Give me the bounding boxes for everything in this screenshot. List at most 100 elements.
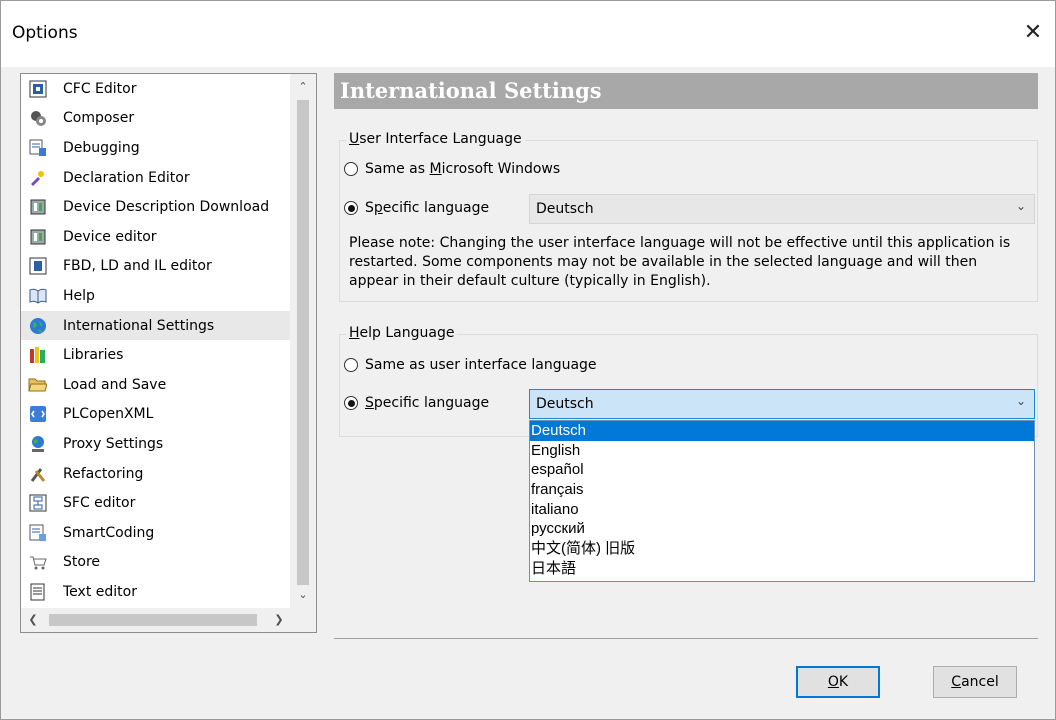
sidebar-item-proxy-settings[interactable]: Proxy Settings (21, 429, 291, 459)
dropdown-option[interactable]: 日本語 (530, 559, 1034, 579)
smartcoding-icon (28, 523, 47, 542)
debugging-icon (28, 138, 47, 157)
sidebar-item-label: SFC editor (63, 495, 136, 512)
store-cart-icon (28, 553, 47, 572)
sidebar-item-composer[interactable]: Composer (21, 104, 291, 134)
restart-note: Please note: Changing the user interface… (349, 235, 1011, 289)
scroll-up-icon[interactable]: ⌃ (290, 74, 316, 100)
help-language-dropdown-list[interactable]: Deutsch English español français italiano рус… (529, 420, 1035, 582)
close-button[interactable]: ✕ (1011, 11, 1055, 55)
radio-same-as-windows[interactable]: Same as Microsoft Windows (344, 161, 560, 177)
ok-button[interactable]: OK (796, 666, 880, 698)
radio-button[interactable] (344, 358, 358, 372)
dropdown-option[interactable]: English (530, 441, 1034, 461)
close-icon: ✕ (1023, 20, 1043, 45)
panel-title: International Settings (340, 78, 602, 103)
radio-same-as-ui[interactable]: Same as user interface language (344, 357, 597, 373)
sidebar-item-store[interactable]: Store (21, 548, 291, 578)
sidebar-item-label: FBD, LD and IL editor (63, 258, 212, 275)
sfc-editor-icon (28, 494, 47, 513)
sidebar-item-label: Device Description Download (63, 199, 270, 216)
radio-help-specific-language[interactable]: Specific language (344, 395, 489, 411)
window-title: Options (12, 23, 78, 43)
folder-open-icon (28, 375, 47, 394)
sidebar-item-cfc-editor[interactable]: CFC Editor (21, 74, 291, 104)
dropdown-option[interactable]: español (530, 460, 1034, 480)
ui-language-value: Deutsch (536, 201, 594, 217)
proxy-network-icon (28, 434, 47, 453)
sidebar-item-label: Device editor (63, 228, 157, 245)
sidebar-item-declaration-editor[interactable]: Declaration Editor (21, 163, 291, 193)
sidebar-item-label: SmartCoding (63, 524, 155, 541)
radio-button[interactable] (344, 201, 358, 215)
sidebar-item-device-editor[interactable]: Device editor (21, 222, 291, 252)
options-dialog: Options ✕ CFC Editor Composer Debugging Dec… (0, 0, 1056, 720)
sidebar-item-label: PLCopenXML (63, 406, 154, 423)
radio-label: Same as Microsoft Windows (365, 161, 561, 177)
scroll-left-icon[interactable]: ❮ (21, 608, 45, 632)
radio-button[interactable] (344, 162, 358, 176)
options-category-tree[interactable]: CFC Editor Composer Debugging Declaration E… (20, 73, 317, 633)
dropdown-option[interactable]: Deutsch (530, 421, 1034, 441)
sidebar-item-debugging[interactable]: Debugging (21, 133, 291, 163)
radio-label: Same as user interface language (365, 357, 597, 373)
help-language-select[interactable]: Deutsch ⌄ (529, 389, 1035, 419)
sidebar-item-label: Refactoring (63, 465, 144, 482)
footer-separator (334, 638, 1038, 639)
radio-button[interactable] (344, 396, 358, 410)
radio-label: Specific language (365, 395, 490, 411)
help-book-icon (28, 286, 47, 305)
scroll-right-icon[interactable]: ❯ (267, 608, 291, 632)
tree-vertical-scrollbar[interactable]: ⌃ ⌄ (290, 74, 316, 608)
sidebar-item-label: Debugging (63, 139, 140, 156)
sidebar-item-fbd-ld-and-il-editor[interactable]: FBD, LD and IL editor (21, 252, 291, 282)
sidebar-item-label: Text editor (63, 583, 137, 600)
sidebar-item-international-settings[interactable]: International Settings (21, 310, 291, 341)
radio-ui-specific-language[interactable]: Specific language (344, 200, 489, 216)
sidebar-item-label: International Settings (63, 317, 215, 334)
sidebar-item-help[interactable]: Help (21, 281, 291, 311)
device-description-icon (28, 198, 47, 217)
sidebar-item-label: Proxy Settings (63, 435, 164, 452)
cancel-button[interactable]: Cancel (933, 666, 1017, 698)
text-editor-icon (28, 582, 47, 601)
plcopenxml-icon (28, 405, 47, 424)
sidebar-item-label: Load and Save (63, 376, 167, 393)
ui-language-select[interactable]: Deutsch ⌄ (529, 194, 1035, 224)
fbd-editor-icon (28, 257, 47, 276)
title-bar: Options ✕ (1, 1, 1055, 67)
sidebar-item-label: Help (63, 287, 95, 304)
sidebar-item-label: Declaration Editor (63, 169, 190, 186)
declaration-editor-icon (28, 168, 47, 187)
sidebar-item-refactoring[interactable]: Refactoring (21, 459, 291, 489)
sidebar-item-label: Composer (63, 110, 135, 127)
ui-language-legend: User Interface Language (346, 131, 525, 147)
help-language-value: Deutsch (536, 396, 594, 412)
cfc-editor-icon (28, 79, 47, 98)
sidebar-item-device-description-download[interactable]: Device Description Download (21, 192, 291, 222)
sidebar-item-load-and-save[interactable]: Load and Save (21, 370, 291, 400)
sidebar-item-libraries[interactable]: Libraries (21, 340, 291, 370)
sidebar-item-smartcoding[interactable]: SmartCoding (21, 518, 291, 548)
dropdown-option[interactable]: italiano (530, 500, 1034, 520)
sidebar-item-label: Libraries (63, 347, 124, 364)
dropdown-option[interactable]: français (530, 480, 1034, 500)
dropdown-option[interactable]: 中文(简体) 旧版 (530, 539, 1034, 559)
dropdown-option[interactable]: русский (530, 519, 1034, 539)
help-language-legend: Help Language (346, 325, 458, 341)
sidebar-item-text-editor[interactable]: Text editor (21, 577, 291, 607)
tree-horizontal-scrollbar[interactable]: ❮ ❯ (21, 608, 316, 632)
category-list: CFC Editor Composer Debugging Declaration E… (21, 74, 291, 607)
sidebar-item-label: CFC Editor (63, 80, 137, 97)
globe-icon (28, 316, 47, 335)
sidebar-item-plcopenxml[interactable]: PLCopenXML (21, 400, 291, 430)
chevron-down-icon: ⌄ (1015, 199, 1026, 213)
composer-icon (28, 109, 47, 128)
chevron-down-icon: ⌄ (1015, 394, 1026, 408)
vertical-scroll-thumb[interactable] (297, 100, 309, 585)
scroll-down-icon[interactable]: ⌄ (290, 582, 316, 608)
device-editor-icon (28, 227, 47, 246)
sidebar-item-sfc-editor[interactable]: SFC editor (21, 488, 291, 518)
horizontal-scroll-thumb[interactable] (49, 614, 257, 626)
panel-header: International Settings (334, 73, 1038, 109)
